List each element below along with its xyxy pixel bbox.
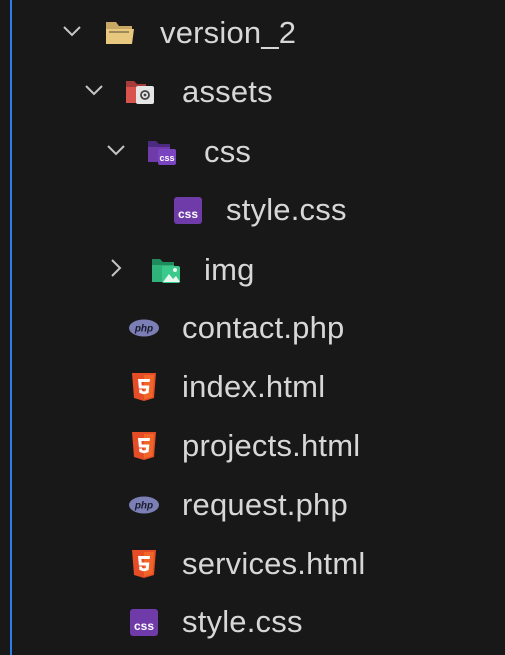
php-file-icon: php: [129, 319, 159, 337]
tree-item-img-folder[interactable]: img: [0, 247, 505, 293]
tree-item-label: services.html: [182, 546, 366, 581]
assets-folder-icon: [126, 81, 154, 104]
tree-item-label: projects.html: [182, 428, 361, 463]
svg-text:css: css: [159, 153, 174, 163]
tree-item-request-php[interactable]: php request.php: [0, 482, 505, 528]
file-explorer-tree: version_2 assets css css css style.css i…: [0, 0, 505, 655]
tree-item-index-html[interactable]: index.html: [0, 364, 505, 410]
chevron-down-icon[interactable]: [82, 78, 106, 102]
html-file-icon: [132, 550, 156, 578]
tree-item-services-html[interactable]: services.html: [0, 541, 505, 587]
image-folder-icon: [152, 259, 180, 283]
php-file-icon: php: [129, 496, 159, 514]
tree-item-label: css: [204, 134, 252, 169]
html-file-icon: [132, 432, 156, 460]
tree-item-version-2-folder[interactable]: version_2: [0, 10, 505, 56]
css-folder-icon: css: [148, 141, 176, 165]
tree-item-label: contact.php: [182, 310, 345, 345]
tree-item-label: style.css: [182, 604, 303, 639]
tree-item-label: request.php: [182, 487, 348, 522]
tree-item-label: img: [204, 252, 255, 287]
tree-item-assets-folder[interactable]: assets: [0, 69, 505, 115]
tree-item-label: index.html: [182, 369, 326, 404]
css-file-icon: css: [130, 609, 158, 636]
chevron-down-icon[interactable]: [104, 138, 128, 162]
svg-text:css: css: [134, 619, 154, 633]
tree-item-projects-html[interactable]: projects.html: [0, 423, 505, 469]
folder-icon: [106, 22, 134, 44]
tree-item-contact-php[interactable]: php contact.php: [0, 305, 505, 351]
chevron-down-icon[interactable]: [60, 19, 84, 43]
css-file-icon: css: [174, 197, 202, 224]
svg-text:php: php: [134, 324, 153, 335]
tree-item-label: style.css: [226, 192, 347, 227]
tree-item-label: assets: [182, 74, 273, 109]
chevron-right-icon[interactable]: [104, 256, 128, 280]
tree-item-css-folder[interactable]: css css: [0, 129, 505, 175]
tree-item-style-css-root[interactable]: css style.css: [0, 599, 505, 645]
svg-text:php: php: [134, 501, 153, 512]
html-file-icon: [132, 373, 156, 401]
tree-item-style-css-nested[interactable]: css style.css: [0, 187, 505, 233]
tree-item-label: version_2: [160, 15, 297, 50]
svg-text:css: css: [178, 207, 198, 221]
